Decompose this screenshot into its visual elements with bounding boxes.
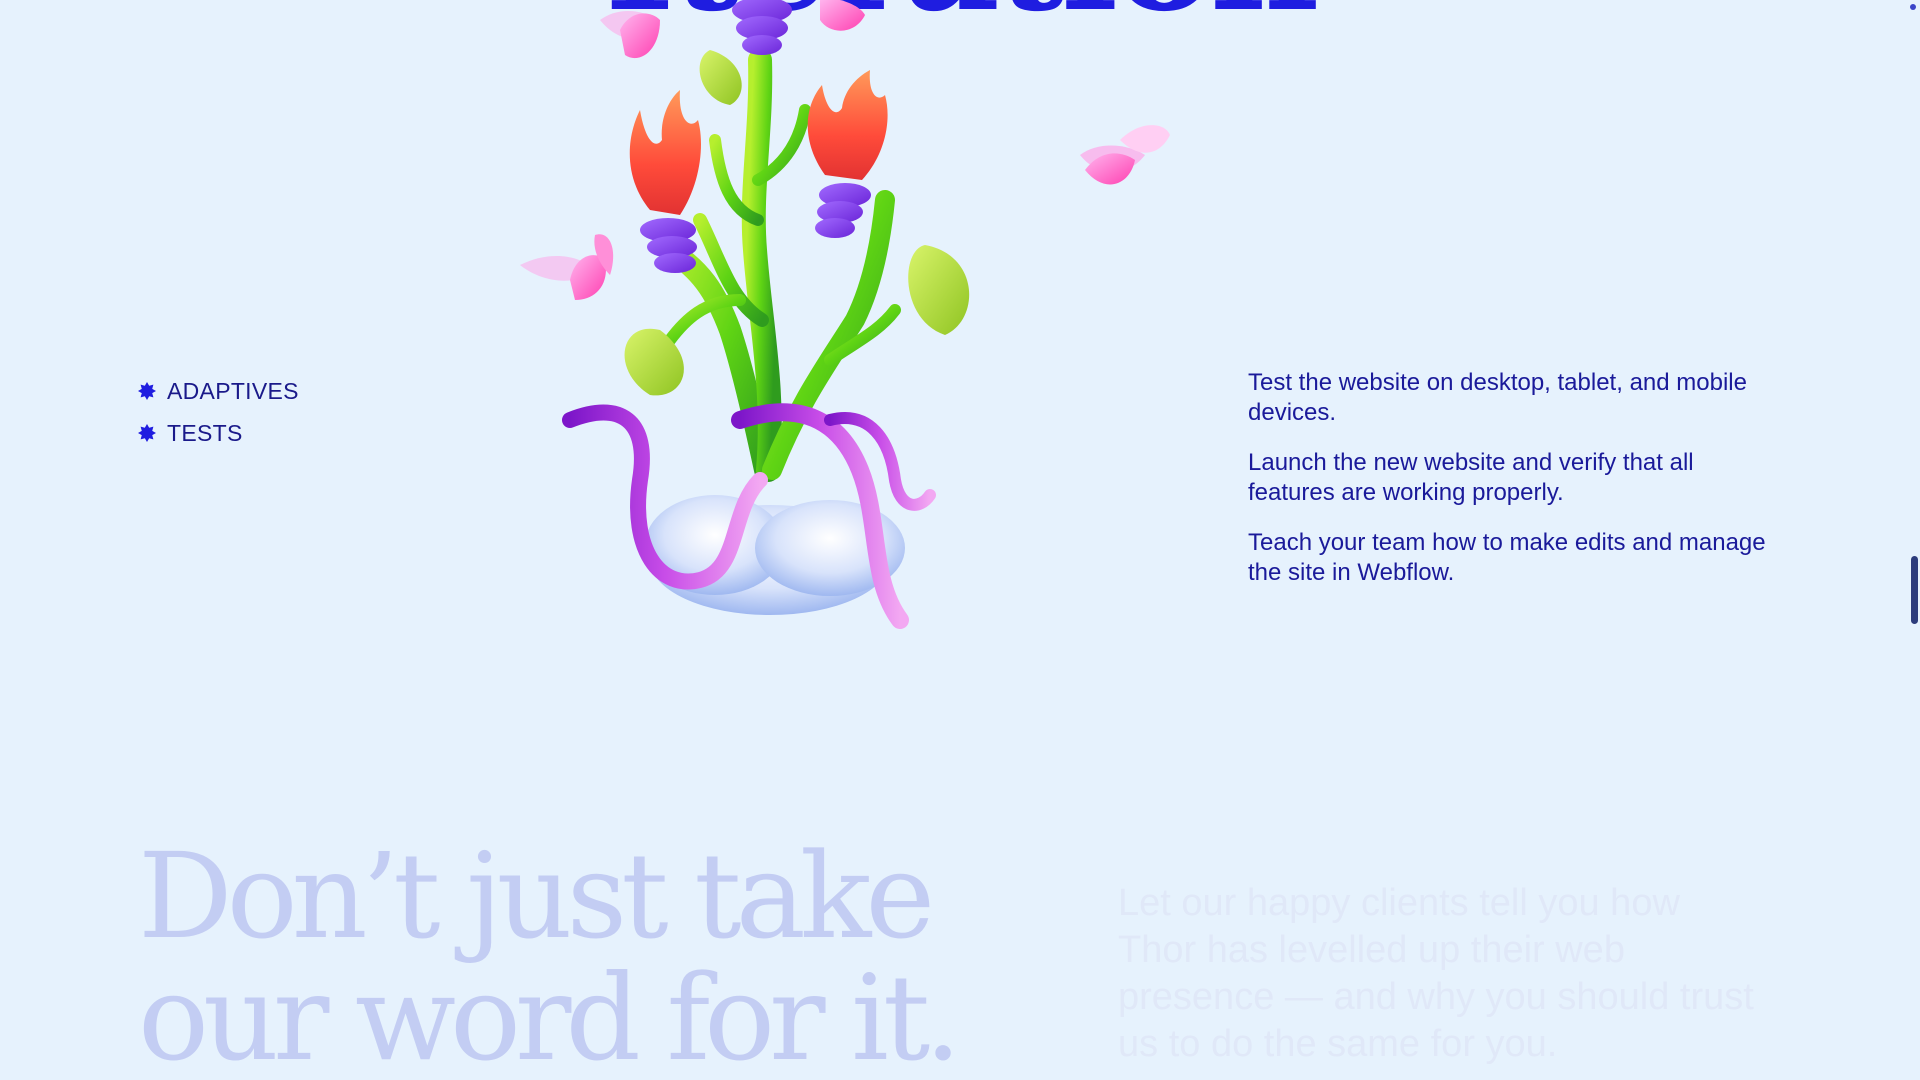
starburst-bullet-icon — [138, 424, 156, 442]
corner-dot — [1910, 4, 1916, 10]
scrollbar-thumb[interactable] — [1911, 556, 1918, 624]
scrollbar[interactable] — [1906, 0, 1920, 1080]
tag-item: TESTS — [138, 412, 299, 454]
tag-list: ADAPTIVES TESTS — [138, 370, 299, 454]
testimonial-heading: Don’t just take our word for it. — [138, 827, 962, 1080]
page: Iteration — [0, 0, 1920, 1080]
tag-label: ADAPTIVES — [167, 377, 299, 404]
testimonial-subtext: Let our happy clients tell you how Thor … — [1118, 882, 1754, 1065]
tag-label: TESTS — [167, 419, 243, 446]
tag-item: ADAPTIVES — [138, 370, 299, 412]
plant-illustration — [500, 0, 1220, 640]
step-text: Test the website on desktop, tablet, and… — [1248, 369, 1747, 426]
step-text: Launch the new website and verify that a… — [1248, 449, 1694, 506]
testimonial-heading-line: our word for it. — [138, 949, 962, 1080]
starburst-bullet-icon — [138, 382, 156, 400]
step-descriptions: Test the website on desktop, tablet, and… — [1248, 368, 1768, 608]
testimonial-heading-line: Don’t just take — [138, 827, 935, 965]
step-text: Teach your team how to make edits and ma… — [1248, 529, 1766, 586]
